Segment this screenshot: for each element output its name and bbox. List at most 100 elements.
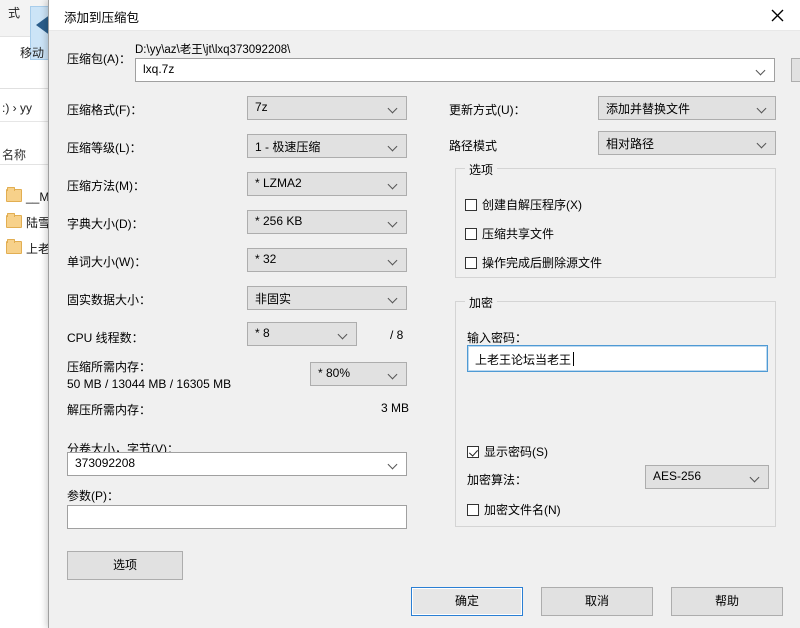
archive-label: 压缩包(A)：: [67, 52, 131, 66]
update-mode-value: 添加并替换文件: [606, 102, 691, 116]
archive-name-input[interactable]: lxq.7z: [135, 58, 775, 82]
close-icon: [771, 9, 784, 22]
checkbox-box-icon: [465, 228, 477, 240]
word-size-label: 单词大小(W)：: [67, 255, 147, 269]
password-value: 上老王论坛当老王: [475, 353, 572, 367]
chevron-down-icon: [389, 461, 398, 470]
archive-name-value: lxq.7z: [143, 62, 175, 76]
path-mode-dropdown[interactable]: 相对路径: [598, 131, 776, 155]
chevron-down-icon: [389, 257, 398, 266]
checkbox-label: 显示密码(S): [484, 445, 548, 459]
explorer-move-label: 移动: [20, 46, 45, 60]
archive-path: D:\yy\az\老王\jt\lxq373092208\: [135, 44, 291, 56]
options-group-title: 选项: [465, 161, 498, 178]
mem-decompress-label: 解压所需内存：: [67, 403, 152, 417]
method-value: * LZMA2: [255, 176, 302, 190]
cancel-button[interactable]: 取消: [541, 587, 653, 616]
method-dropdown[interactable]: * LZMA2: [247, 172, 407, 196]
algorithm-value: AES-256: [653, 469, 702, 483]
checkbox-create-sfx[interactable]: 创建自解压程序(X): [465, 196, 582, 213]
chevron-down-icon: [389, 105, 398, 114]
dictionary-label: 字典大小(D)：: [67, 217, 144, 231]
chevron-down-icon: [751, 474, 760, 483]
chevron-down-icon: [389, 295, 398, 304]
mem-compress-label: 压缩所需内存：: [67, 360, 152, 374]
algorithm-dropdown[interactable]: AES-256: [645, 465, 769, 489]
cpu-threads-total: / 8: [390, 328, 404, 342]
ok-button[interactable]: 确定: [411, 587, 523, 616]
format-value: 7z: [255, 100, 268, 114]
checkbox-box-icon: [465, 257, 477, 269]
chevron-down-icon: [758, 105, 767, 114]
checkbox-label: 压缩共享文件: [482, 227, 555, 241]
checkbox-label: 创建自解压程序(X): [482, 198, 582, 212]
checkbox-compress-shared[interactable]: 压缩共享文件: [465, 225, 554, 242]
mem-compress-detail: 50 MB / 13044 MB / 16305 MB: [67, 377, 232, 391]
parameters-label: 参数(P)：: [67, 489, 119, 503]
chevron-down-icon: [389, 219, 398, 228]
chevron-down-icon: [758, 140, 767, 149]
list-item[interactable]: __MA: [0, 187, 57, 210]
text-caret: [573, 352, 574, 366]
mem-usage-value: * 80%: [318, 366, 351, 380]
folder-icon: [6, 239, 22, 254]
chevron-down-icon: [339, 331, 348, 340]
checkbox-box-icon: [465, 199, 477, 211]
checkbox-delete-after[interactable]: 操作完成后删除源文件: [465, 254, 602, 271]
chevron-down-icon: [757, 67, 766, 76]
path-mode-value: 相对路径: [606, 137, 655, 151]
checkbox-show-password[interactable]: 显示密码(S): [467, 443, 548, 460]
level-dropdown[interactable]: 1 - 极速压缩: [247, 134, 407, 158]
explorer-divider: [0, 88, 52, 89]
split-size-input[interactable]: 373092208: [67, 452, 407, 476]
level-label: 压缩等级(L)：: [67, 141, 142, 155]
checkbox-encrypt-filenames[interactable]: 加密文件名(N): [467, 501, 561, 518]
dictionary-value: * 256 KB: [255, 214, 303, 228]
solid-block-label: 固实数据大小：: [67, 293, 152, 307]
add-to-archive-dialog: 添加到压缩包 压缩包(A)： D:\yy\az\老王\jt\lxq3730922…: [48, 0, 800, 628]
chevron-down-icon: [389, 181, 398, 190]
mem-usage-dropdown[interactable]: * 80%: [310, 362, 407, 386]
password-label: 输入密码：: [467, 331, 528, 345]
explorer-column-header-name: 名称: [2, 148, 27, 162]
browse-button[interactable]: ...: [791, 58, 800, 82]
dictionary-dropdown[interactable]: * 256 KB: [247, 210, 407, 234]
level-value: 1 - 极速压缩: [255, 140, 321, 154]
word-size-value: * 32: [255, 252, 277, 266]
method-label: 压缩方法(M)：: [67, 179, 145, 193]
checkbox-label: 操作完成后删除源文件: [482, 256, 603, 270]
options-button[interactable]: 选项: [67, 551, 183, 580]
folder-icon: [6, 213, 22, 228]
split-size-value: 373092208: [75, 456, 136, 470]
folder-icon: [6, 187, 22, 202]
format-dropdown[interactable]: 7z: [247, 96, 407, 120]
update-mode-dropdown[interactable]: 添加并替换文件: [598, 96, 776, 120]
format-label: 压缩格式(F)：: [67, 103, 143, 117]
update-mode-label: 更新方式(U)：: [449, 103, 526, 117]
dialog-title: 添加到压缩包: [64, 11, 140, 25]
chevron-down-icon: [389, 143, 398, 152]
cpu-threads-dropdown[interactable]: * 8: [247, 322, 357, 346]
checkbox-label: 加密文件名(N): [484, 503, 561, 517]
explorer-breadcrumb[interactable]: :) › yy: [2, 101, 32, 115]
path-mode-label: 路径模式: [449, 139, 498, 153]
background-explorer-window: 式 移动 :) › yy 名称 __MA 陆雪玥 上老王: [0, 0, 76, 628]
checkbox-box-icon: [467, 446, 479, 458]
dialog-title-bar[interactable]: 添加到压缩包: [49, 0, 800, 30]
chevron-down-icon: [389, 371, 398, 380]
help-button[interactable]: 帮助: [671, 587, 783, 616]
encryption-group-title: 加密: [465, 294, 498, 311]
solid-block-dropdown[interactable]: 非固实: [247, 286, 407, 310]
explorer-ribbon-tab[interactable]: 式: [8, 4, 20, 21]
mem-decompress-value: 3 MB: [381, 401, 410, 415]
list-item[interactable]: 陆雪玥: [0, 213, 62, 236]
cpu-threads-value: * 8: [255, 326, 270, 340]
checkbox-box-icon: [467, 504, 479, 516]
list-item[interactable]: 上老王: [0, 239, 62, 262]
algorithm-label: 加密算法：: [467, 473, 528, 487]
password-input[interactable]: 上老王论坛当老王: [467, 345, 768, 372]
title-bar-separator: [49, 30, 800, 31]
close-button[interactable]: [755, 0, 800, 30]
parameters-input[interactable]: [67, 505, 407, 529]
word-size-dropdown[interactable]: * 32: [247, 248, 407, 272]
